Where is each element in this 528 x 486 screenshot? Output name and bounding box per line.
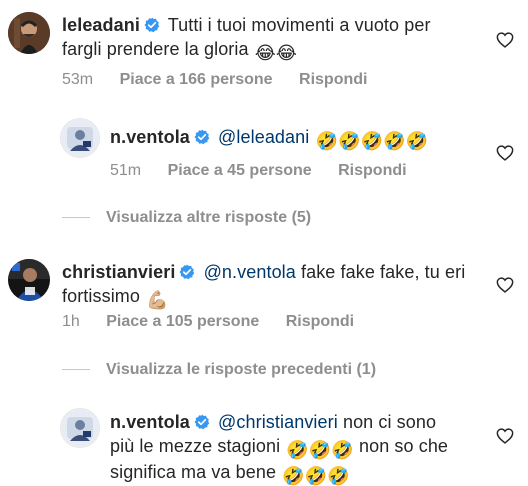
- avatar-image: [8, 259, 50, 301]
- comment-time: 53m: [62, 71, 94, 88]
- divider-line: [62, 369, 90, 371]
- avatar[interactable]: [8, 259, 50, 301]
- verified-badge-icon: [194, 413, 210, 435]
- comment-meta: 1h Piace a 105 persone Rispondi: [62, 313, 376, 331]
- heart-icon[interactable]: [496, 277, 514, 298]
- view-previous-replies-button[interactable]: Visualizza le risposte precedenti (1): [62, 361, 376, 379]
- comment-username[interactable]: leleadani: [62, 15, 140, 35]
- comment-meta: 53m Piace a 166 persone Rispondi: [62, 71, 389, 89]
- comment-time: 51m: [110, 162, 142, 179]
- avatar-image: [8, 12, 50, 54]
- emoji-rofl: 🤣🤣🤣: [286, 440, 354, 460]
- verified-badge-icon: [144, 16, 160, 38]
- likes-count-button[interactable]: Piace a 45 persone: [168, 162, 312, 179]
- comment-time: 1h: [62, 313, 80, 330]
- avatar[interactable]: [60, 408, 100, 448]
- comments-thread: leleadani Tutti i tuoi movimenti a vuoto…: [0, 0, 528, 486]
- mention-link[interactable]: @christianvieri: [218, 412, 338, 432]
- emoji-flexed-biceps: 💪🏼: [146, 290, 169, 310]
- emoji-rofl: 🤣🤣🤣🤣🤣: [315, 131, 429, 151]
- view-previous-replies-label: Visualizza le risposte precedenti (1): [106, 361, 377, 378]
- avatar-image: [61, 119, 99, 157]
- divider-line: [62, 217, 90, 219]
- mention-link[interactable]: @leleadani: [218, 127, 309, 147]
- reply-button[interactable]: Rispondi: [299, 71, 367, 88]
- verified-badge-icon: [179, 263, 195, 285]
- comment-username[interactable]: n.ventola: [110, 127, 190, 147]
- comment-username[interactable]: n.ventola: [110, 412, 190, 432]
- avatar[interactable]: [8, 12, 50, 54]
- view-more-replies-button[interactable]: Visualizza altre risposte (5): [62, 209, 311, 227]
- verified-badge-icon: [194, 128, 210, 150]
- likes-count-button[interactable]: Piace a 166 persone: [120, 71, 273, 88]
- comment-meta: 51m Piace a 45 persone Rispondi: [110, 162, 429, 180]
- avatar-image: [61, 409, 99, 447]
- emoji-rofl: 🤣🤣🤣: [282, 466, 350, 486]
- mention-link[interactable]: @n.ventola: [204, 262, 296, 282]
- avatar[interactable]: [60, 118, 100, 158]
- reply-button[interactable]: Rispondi: [338, 162, 406, 179]
- emoji-laughing: 😂😂: [254, 43, 297, 63]
- likes-count-button[interactable]: Piace a 105 persone: [106, 313, 259, 330]
- heart-icon[interactable]: [496, 145, 514, 166]
- heart-icon[interactable]: [496, 32, 514, 53]
- comment-username[interactable]: christianvieri: [62, 262, 175, 282]
- view-more-replies-label: Visualizza altre risposte (5): [106, 209, 312, 226]
- reply-button[interactable]: Rispondi: [286, 313, 354, 330]
- heart-icon[interactable]: [496, 428, 514, 449]
